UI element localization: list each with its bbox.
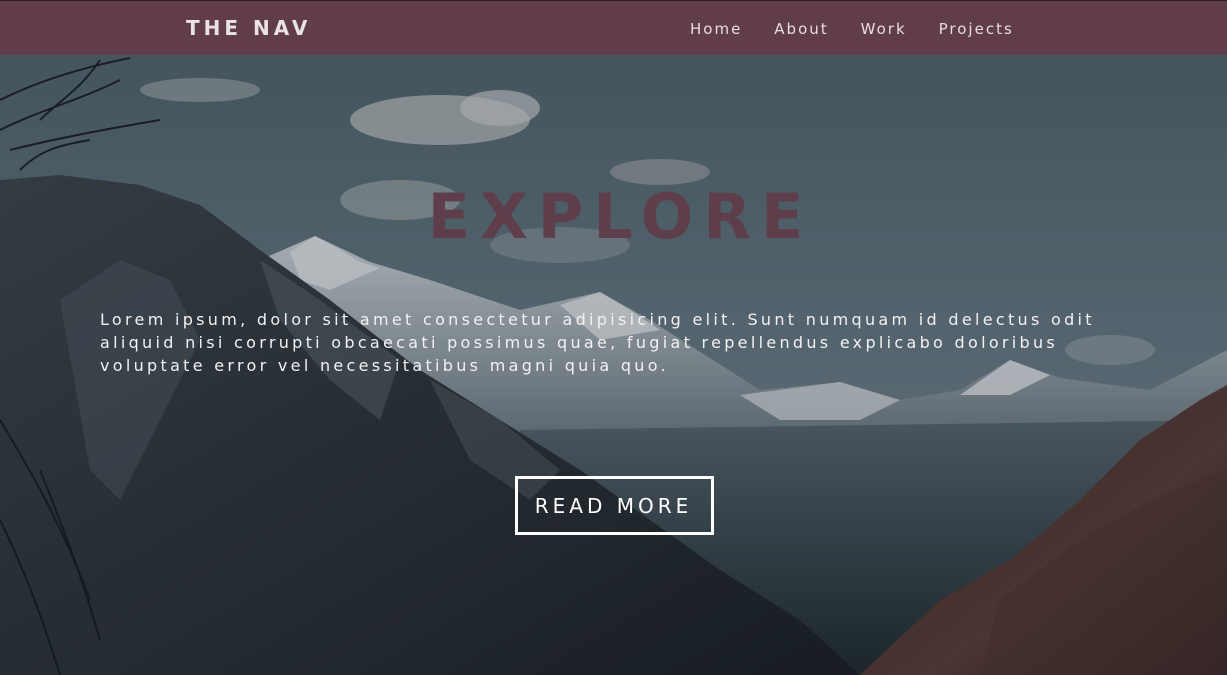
nav-link-work[interactable]: Work	[861, 20, 907, 38]
navbar: THE NAV Home About Work Projects	[0, 0, 1227, 55]
page: THE NAV Home About Work Projects EXPLORE…	[0, 0, 1227, 675]
hero-title: EXPLORE	[427, 180, 814, 253]
nav-link-about[interactable]: About	[774, 20, 828, 38]
read-more-button[interactable]: READ MORE	[515, 476, 714, 535]
nav-link-projects[interactable]: Projects	[939, 20, 1014, 38]
nav-link-home[interactable]: Home	[690, 20, 742, 38]
brand-logo[interactable]: THE NAV	[186, 16, 311, 40]
hero-description: Lorem ipsum, dolor sit amet consectetur …	[100, 310, 1095, 375]
nav-links: Home About Work Projects	[690, 20, 1014, 38]
